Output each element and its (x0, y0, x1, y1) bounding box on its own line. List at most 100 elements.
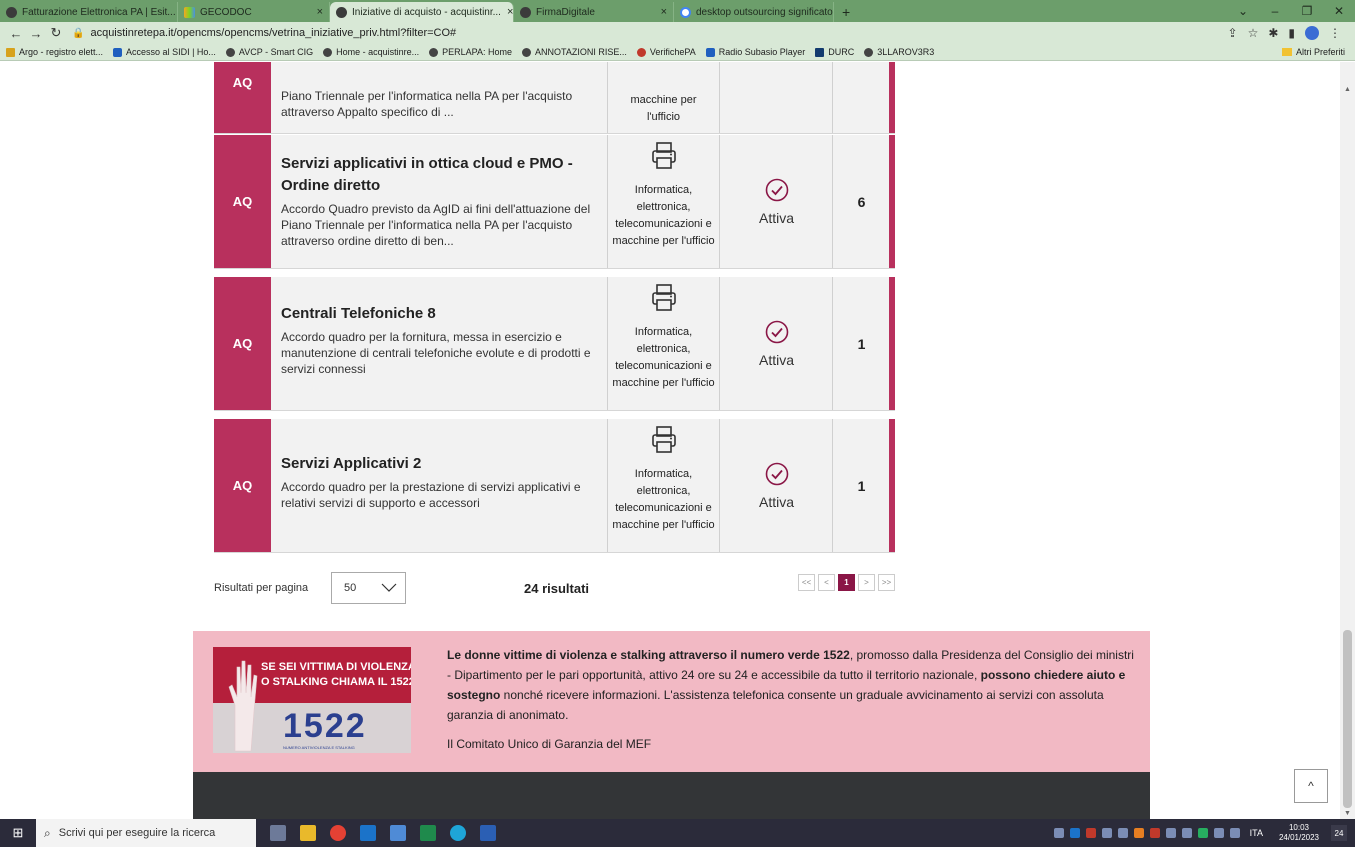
tray-app-icon[interactable] (1149, 828, 1160, 838)
tab-desktop-outsourcing[interactable]: desktop outsourcing significato - × (674, 2, 834, 22)
taskbar-clock[interactable]: 10:03 24/01/2023 (1279, 823, 1319, 843)
volume-icon[interactable] (1229, 828, 1240, 838)
scrollbar-thumb[interactable] (1343, 630, 1352, 808)
menu-icon[interactable]: ⋮ (1329, 26, 1341, 40)
bookmark-item[interactable]: VerifichePA (636, 47, 696, 57)
restore-icon[interactable]: ❐ (1291, 4, 1323, 18)
bookmark-item[interactable]: Home - acquistinre... (323, 47, 419, 57)
banner-1522-image[interactable]: SE SEI VITTIMA DI VIOLENZA O STALKING CH… (213, 647, 411, 753)
bookmark-label: Home - acquistinre... (336, 47, 420, 57)
store-icon[interactable] (390, 825, 406, 841)
task-view-icon[interactable] (270, 825, 286, 841)
outlook-icon[interactable] (360, 825, 376, 841)
input-language[interactable]: ITA (1250, 828, 1263, 838)
scroll-down-icon[interactable]: ▼ (1344, 810, 1351, 817)
window-controls: ⌄ – ❐ ✕ (1227, 0, 1355, 22)
last-page-button[interactable]: >> (878, 574, 895, 591)
windows-start-icon[interactable]: ⊞ (0, 819, 36, 847)
tray-mail-icon[interactable] (1053, 828, 1064, 838)
tab-fatturazione[interactable]: Fatturazione Elettronica PA | Esit... × (0, 2, 178, 22)
banner-text-part: nonché ricevere informazioni. L'assisten… (447, 688, 1104, 722)
globe-icon (429, 47, 439, 57)
tray-app-icon[interactable] (1133, 828, 1144, 838)
bookmark-item[interactable]: DURC (815, 47, 854, 57)
tray-app-icon[interactable] (1117, 828, 1128, 838)
next-page-button[interactable]: > (858, 574, 875, 591)
tray-app-icon[interactable] (1101, 828, 1112, 838)
tray-acrobat-icon[interactable] (1085, 828, 1096, 838)
tab-iniziative[interactable]: Iniziative di acquisto - acquistinr... × (330, 2, 514, 22)
profile-avatar[interactable] (1305, 26, 1319, 40)
initiative-description: Accordo quadro per la fornitura, messa i… (281, 330, 591, 376)
tab-firmadigitale[interactable]: FirmaDigitale × (514, 2, 674, 22)
chrome-icon[interactable] (330, 825, 346, 841)
initiative-row[interactable]: AQ Centrali Telefoniche 8 Accordo quadro… (214, 277, 895, 411)
tab-gecodoc[interactable]: GECODOC × (178, 2, 330, 22)
bookmark-item[interactable]: Radio Subasio Player (705, 47, 805, 57)
bookmark-item[interactable]: Accesso al SIDI | Ho... (113, 47, 216, 57)
back-icon[interactable]: ← (6, 26, 26, 41)
tray-outlook-icon[interactable] (1069, 828, 1080, 838)
initiative-row[interactable]: AQ Servizi Applicativi 2 Accordo quadro … (214, 419, 895, 553)
minimize-icon[interactable]: – (1259, 4, 1291, 18)
taskbar-search[interactable]: ⌕ Scrivi qui per eseguire la ricerca (36, 819, 256, 847)
close-window-icon[interactable]: ✕ (1323, 4, 1355, 18)
initiative-title[interactable]: Centrali Telefoniche 8 (281, 303, 611, 325)
tab-search-icon[interactable]: ⌄ (1227, 4, 1259, 18)
close-icon[interactable]: × (655, 6, 667, 18)
bookmark-item[interactable]: AVCP - Smart CIG (225, 47, 313, 57)
edge-icon[interactable] (450, 825, 466, 841)
banner-image-small: NUMERO ANTIVIOLENZA E STALKING (283, 745, 355, 750)
initiative-title[interactable]: Servizi Applicativi 2 (281, 453, 611, 475)
system-tray: ITA 10:03 24/01/2023 24 (1053, 823, 1355, 843)
tray-app-icon[interactable] (1197, 828, 1208, 838)
initiative-description: Accordo quadro per la prestazione di ser… (281, 480, 581, 510)
page-footer (193, 772, 1150, 819)
url-field[interactable]: 🔒 acquistinretepa.it/opencms/opencms/vet… (72, 24, 1228, 42)
network-icon[interactable] (1213, 828, 1224, 838)
forward-icon[interactable]: → (26, 26, 46, 41)
page-1-button[interactable]: 1 (838, 574, 855, 591)
bookmark-item[interactable]: PERLAPA: Home (429, 47, 512, 57)
prev-page-button[interactable]: < (818, 574, 835, 591)
banner-image-number: 1522 (283, 707, 367, 745)
initiative-description: Accordo Quadro previsto da AgID ai fini … (281, 202, 591, 248)
tray-app-icon[interactable] (1181, 828, 1192, 838)
other-bookmarks[interactable]: Altri Preferiti (1281, 47, 1355, 57)
initiative-row[interactable]: AQ Piano Triennale per l'informatica nel… (214, 62, 895, 134)
initiative-row[interactable]: AQ Servizi applicativi in ottica cloud e… (214, 135, 895, 269)
per-page-value: 50 (344, 582, 357, 594)
word-icon[interactable] (480, 825, 496, 841)
status-text: Attiva (758, 493, 794, 510)
page-scrollbar[interactable]: ▲ ▼ (1340, 62, 1355, 819)
notifications-button[interactable]: 24 (1331, 825, 1347, 841)
excel-icon[interactable] (420, 825, 436, 841)
bookmark-item[interactable]: ANNOTAZIONI RISE... (522, 47, 627, 57)
bookmark-item[interactable]: 3LLAROV3R3 (864, 47, 934, 57)
close-icon[interactable]: × (501, 6, 513, 18)
sidepanel-icon[interactable]: ▮ (1288, 26, 1295, 40)
category-line: l'ufficio (646, 111, 681, 123)
bookmark-item[interactable]: Argo - registro elett... (6, 47, 103, 57)
new-tab-button[interactable]: + (834, 2, 858, 22)
file-explorer-icon[interactable] (300, 825, 316, 841)
other-bookmarks-label: Altri Preferiti (1295, 47, 1345, 57)
row-accent (889, 277, 895, 410)
desc-line: attraverso Appalto specifico di ... (281, 105, 454, 119)
type-badge: AQ (214, 62, 271, 133)
banner-text: Le donne vittime di violenza e stalking … (447, 645, 1137, 725)
close-icon[interactable]: × (311, 6, 323, 18)
banner-image-line2: O STALKING CHIAMA IL 1522 (261, 676, 411, 688)
share-icon[interactable]: ⇪ (1228, 26, 1238, 40)
star-icon[interactable]: ☆ (1248, 26, 1259, 40)
row-accent (889, 135, 895, 268)
per-page-select[interactable]: 50 (331, 572, 406, 604)
extensions-icon[interactable]: ✱ (1268, 26, 1278, 40)
reload-icon[interactable]: ↻ (46, 25, 66, 41)
scroll-up-icon[interactable]: ▲ (1344, 86, 1351, 93)
initiative-title[interactable]: Servizi applicativi in ottica cloud e PM… (281, 153, 611, 197)
first-page-button[interactable]: << (798, 574, 815, 591)
back-to-top-button[interactable]: ^ (1294, 769, 1328, 803)
tray-app-icon[interactable] (1165, 828, 1176, 838)
url-text: acquistinretepa.it/opencms/opencms/vetri… (90, 27, 457, 39)
